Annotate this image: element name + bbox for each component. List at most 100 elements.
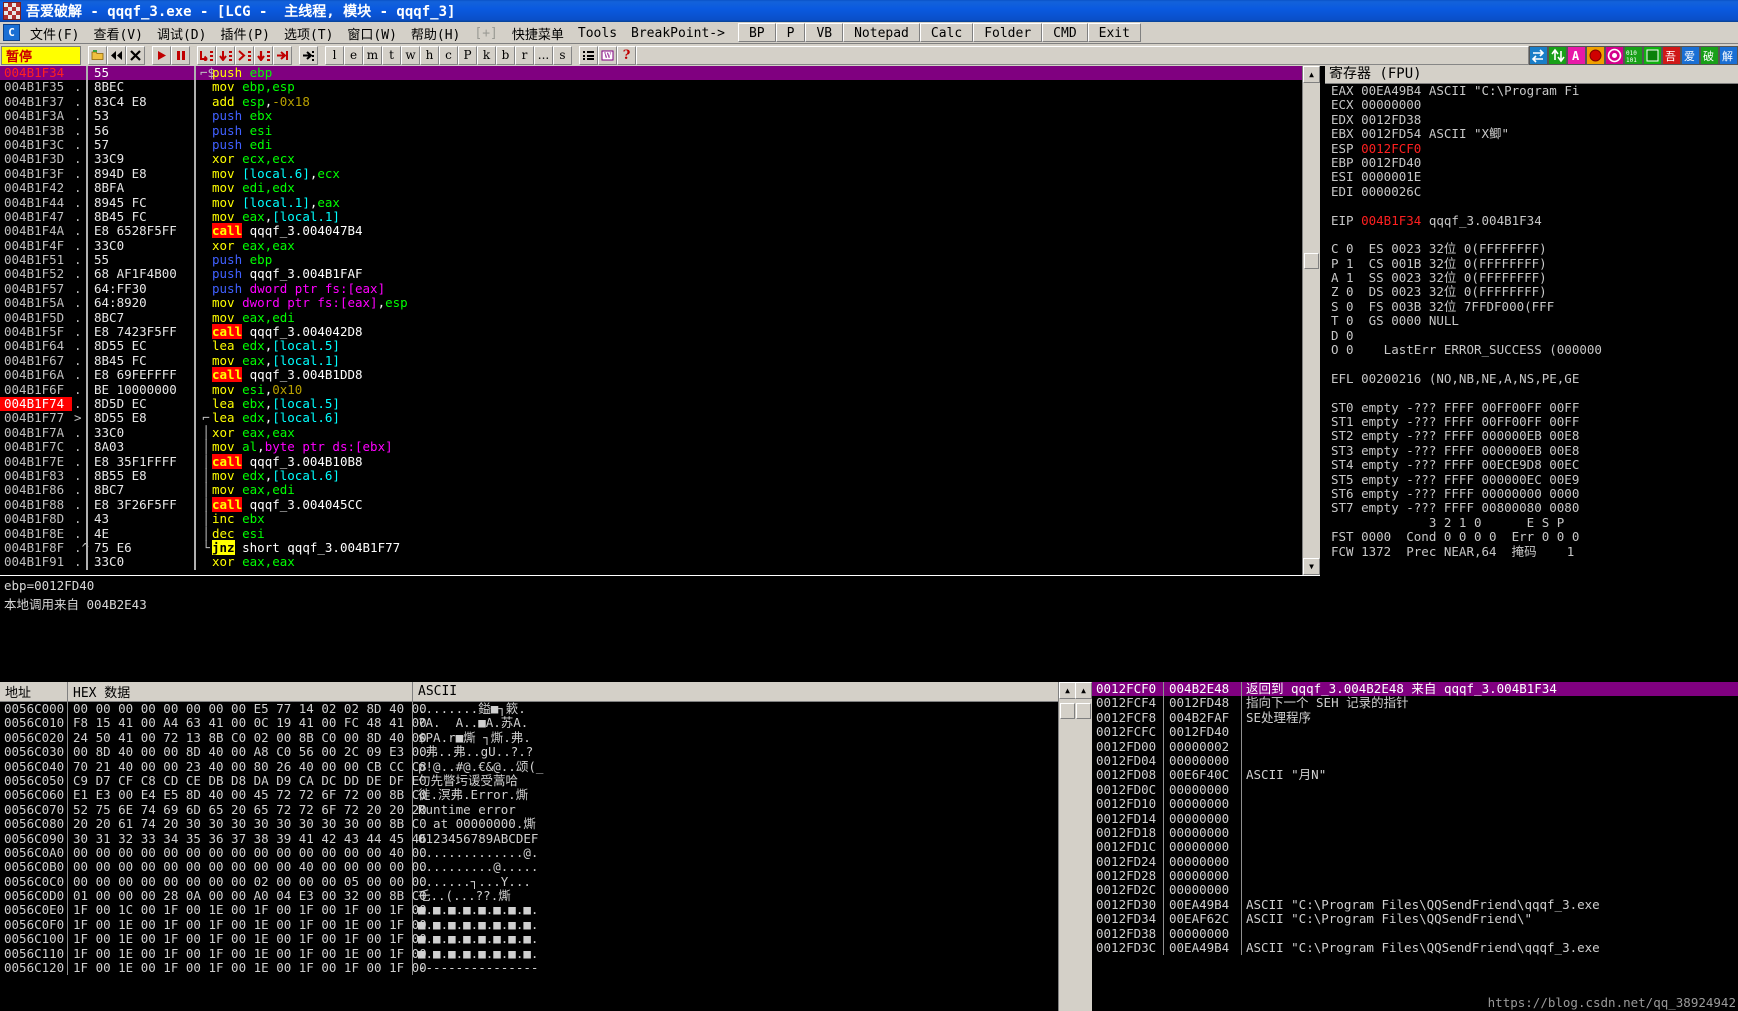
scroll-thumb[interactable] <box>1304 253 1319 269</box>
win-source-icon[interactable]: s <box>553 45 572 65</box>
register-eax[interactable]: EAX 00EA49B4 ASCII "C:\Program Fi <box>1325 83 1738 98</box>
register-fpu-header[interactable]: 3 2 1 0 E S P <box>1325 515 1738 530</box>
plugin-hex-icon[interactable]: 010 101 <box>1624 45 1643 65</box>
disassembly-list[interactable]: 004B1F34 55 ⌐$ push ebp 004B1F35. 8BEC mov ebp… <box>0 66 1303 575</box>
disasm-row[interactable]: 004B1F3D. 33C9 xor ecx,ecx <box>0 151 1303 167</box>
stack-row[interactable]: 0012FD04 00000000 <box>1092 753 1738 769</box>
stack-row[interactable]: 0012FD0C 00000000 <box>1092 782 1738 798</box>
win-callstack-icon[interactable]: k <box>477 45 496 65</box>
disasm-row[interactable]: 004B1F34 55 ⌐$ push ebp <box>0 66 1303 81</box>
register-flag-c[interactable]: C 0 ES 0023 32位 0(FFFFFFFF) <box>1325 242 1738 256</box>
stack-scrollbar[interactable]: ▲ <box>1075 682 1092 1011</box>
stack-row[interactable]: 0012FD2C 00000000 <box>1092 883 1738 898</box>
scroll-down-button[interactable]: ▼ <box>1303 558 1320 575</box>
menu-plugins[interactable]: 插件(P) <box>213 22 276 43</box>
win-log-icon[interactable]: l <box>325 45 344 65</box>
dump-scrollbar[interactable]: ▲ <box>1058 682 1076 1011</box>
close-icon[interactable] <box>126 45 145 65</box>
register-flag-p[interactable]: P 1 CS 001B 32位 0(FFFFFFFF) <box>1325 256 1738 271</box>
stack-row[interactable]: 0012FD34 00EAF62C ASCII "C:\Program Files\… <box>1092 911 1738 927</box>
win-cpu-icon[interactable]: c <box>439 45 458 65</box>
open-icon[interactable] <box>88 45 107 65</box>
stack-row[interactable]: 0012FD10 00000000 <box>1092 796 1738 812</box>
dump-rows[interactable]: 0056C000 00 00 00 00 00 00 00 00 E5 77 14… <box>0 701 1075 976</box>
disasm-row[interactable]: 004B1F44. 8945 FC mov [local.1],eax <box>0 195 1303 210</box>
stack-scroll-up-button[interactable]: ▲ <box>1075 682 1092 699</box>
register-edx[interactable]: EDX 0012FD38 <box>1325 112 1738 127</box>
menu-view[interactable]: 查看(V) <box>86 22 149 43</box>
menu-help[interactable]: 帮助(H) <box>404 22 467 43</box>
registers-list[interactable]: EAX 00EA49B4 ASCII "C:\Program Fi ECX 000… <box>1325 83 1738 559</box>
disasm-row[interactable]: 004B1F74. 8D5D EC lea ebx,[local.5] <box>0 396 1303 412</box>
disasm-row[interactable]: 004B1F51. 55 push ebp <box>0 252 1303 268</box>
help-icon[interactable]: ? <box>617 45 636 65</box>
register-st6[interactable]: ST6 empty -??? FFFF 00000000 0000 <box>1325 486 1738 501</box>
menu-plus[interactable]: [+] <box>467 22 504 43</box>
disasm-row[interactable]: 004B1F5F. E8 7423F5FF call qqqf_3.004042D8 <box>0 324 1303 340</box>
disasm-row[interactable]: 004B1F5D. 8BC7 mov eax,edi <box>0 310 1303 326</box>
animate-icon[interactable] <box>254 45 273 65</box>
win-memory-icon[interactable]: m <box>363 45 382 65</box>
stack-row[interactable]: 0012FCFC 0012FD40 <box>1092 724 1738 740</box>
dump-row[interactable]: 0056C020 24 50 41 00 72 13 8B C0 02 00 8B… <box>0 730 1075 746</box>
toolbtn-bp[interactable]: BP <box>737 23 776 42</box>
stack-row[interactable]: 0012FD28 00000000 <box>1092 868 1738 884</box>
menu-options[interactable]: 选项(T) <box>277 22 340 43</box>
pause-icon[interactable] <box>171 45 190 65</box>
register-flag-a[interactable]: A 1 SS 0023 32位 0(FFFFFFFF) <box>1325 270 1738 285</box>
disasm-row[interactable]: 004B1F57. 64:FF30 push dword ptr fs:[eax] <box>0 281 1303 297</box>
plugin-cn2-icon[interactable]: 爱 <box>1681 45 1700 65</box>
disasm-row[interactable]: 004B1F7A. 33C0 │ xor eax,eax <box>0 425 1303 441</box>
disasm-row[interactable]: 004B1F3C. 57 push edi <box>0 137 1303 153</box>
register-st2[interactable]: ST2 empty -??? FFFF 000000EB 00E8 <box>1325 429 1738 443</box>
disasm-row[interactable]: 004B1F5A. 64:8920 mov dword ptr fs:[eax],e… <box>0 295 1303 311</box>
dump-row[interactable]: 0056C0E0 1F 00 1C 00 1F 00 1E 00 1F 00 1F… <box>0 903 1075 918</box>
plugin-sync-icon[interactable] <box>1529 45 1548 65</box>
dump-row[interactable]: 0056C120 1F 00 1E 00 1F 00 1F 00 1E 00 1F… <box>0 960 1075 976</box>
win-patches-icon[interactable]: P <box>458 45 477 65</box>
disasm-row[interactable]: 004B1F7C. 8A03 │ mov al,byte ptr ds:[ebx] <box>0 439 1303 455</box>
disasm-row[interactable]: 004B1F47. 8B45 FC mov eax,[local.1] <box>0 209 1303 225</box>
toolbtn-exit[interactable]: Exit <box>1087 23 1141 42</box>
plugin-target-icon[interactable] <box>1605 45 1624 65</box>
dump-row[interactable]: 0056C030 00 8D 40 00 00 8D 40 00 A8 C0 56… <box>0 744 1075 760</box>
stack-row[interactable]: 0012FD14 00000000 <box>1092 811 1738 826</box>
disasm-row[interactable]: 004B1F4A. E8 6528F5FF call qqqf_3.004047B4 <box>0 223 1303 239</box>
disasm-row[interactable]: 004B1F8D. 43 │ inc ebx <box>0 511 1303 527</box>
disasm-row[interactable]: 004B1F67. 8B45 FC mov eax,[local.1] <box>0 353 1303 369</box>
run-to-cursor-icon[interactable] <box>273 45 292 65</box>
script-icon[interactable]: W <box>598 45 617 65</box>
step-over-icon[interactable] <box>216 45 235 65</box>
scroll-up-button[interactable]: ▲ <box>1303 66 1320 83</box>
disasm-row[interactable]: 004B1F35. 8BEC mov ebp,esp <box>0 79 1303 95</box>
disasm-row[interactable]: 004B1F3F. 894D E8 mov [local.6],ecx <box>0 166 1303 182</box>
toolbtn-p[interactable]: P <box>775 23 806 42</box>
dump-row[interactable]: 0056C080 20 20 61 74 20 30 30 30 30 30 30… <box>0 816 1075 832</box>
disasm-row[interactable]: 004B1F4F. 33C0 xor eax,eax <box>0 238 1303 254</box>
dump-row[interactable]: 0056C070 52 75 6E 74 69 6D 65 20 65 72 72… <box>0 802 1075 818</box>
register-ecx[interactable]: ECX 00000000 <box>1325 98 1738 112</box>
stack-rows[interactable]: 0012FCF0 004B2E48 返回到 qqqf_3.004B2E48 来自 q… <box>1092 681 1738 956</box>
register-flag-z[interactable]: Z 0 DS 0023 32位 0(FFFFFFFF) <box>1325 285 1738 299</box>
run-icon[interactable] <box>152 45 171 65</box>
options-list-icon[interactable] <box>579 45 598 65</box>
menu-debug[interactable]: 调试(D) <box>150 22 213 43</box>
register-flag-s[interactable]: S 0 FS 003B 32位 7FFDF000(FFF <box>1325 299 1738 314</box>
stack-scroll-thumb[interactable] <box>1076 703 1091 719</box>
register-edi[interactable]: EDI 0000026C <box>1325 184 1738 199</box>
toolbtn-vb[interactable]: VB <box>805 23 844 42</box>
stack-row[interactable]: 0012FD38 00000000 <box>1092 926 1738 942</box>
register-fst[interactable]: FST 0000 Cond 0 0 0 0 Err 0 0 0 <box>1325 529 1738 544</box>
disasm-row[interactable]: 004B1F8F .^ 75 E6 └ jnz short qqqf_3.004B1F7… <box>0 539 1303 556</box>
dump-row[interactable]: 0056C090 30 31 32 33 34 35 36 37 38 39 41… <box>0 831 1075 846</box>
stack-row[interactable]: 0012FD08 00E6F40C ASCII "月N" <box>1092 767 1738 783</box>
dump-row[interactable]: 0056C110 1F 00 1E 00 1F 00 1F 00 1E 00 1F… <box>0 946 1075 962</box>
disasm-row[interactable]: 004B1F64. 8D55 EC lea edx,[local.5] <box>0 339 1303 354</box>
dump-row[interactable]: 0056C010 F8 15 41 00 A4 63 41 00 0C 19 41… <box>0 715 1075 731</box>
register-spacer[interactable] <box>1325 199 1738 213</box>
stack-row[interactable]: 0012FD1C 00000000 <box>1092 839 1738 855</box>
disasm-row[interactable]: 004B1F91. 33C0 xor eax,eax <box>0 554 1303 570</box>
stack-row[interactable]: 0012FD00 00000002 <box>1092 739 1738 754</box>
menu-file[interactable]: 文件(F) <box>23 22 86 43</box>
step-out-icon[interactable] <box>235 45 254 65</box>
